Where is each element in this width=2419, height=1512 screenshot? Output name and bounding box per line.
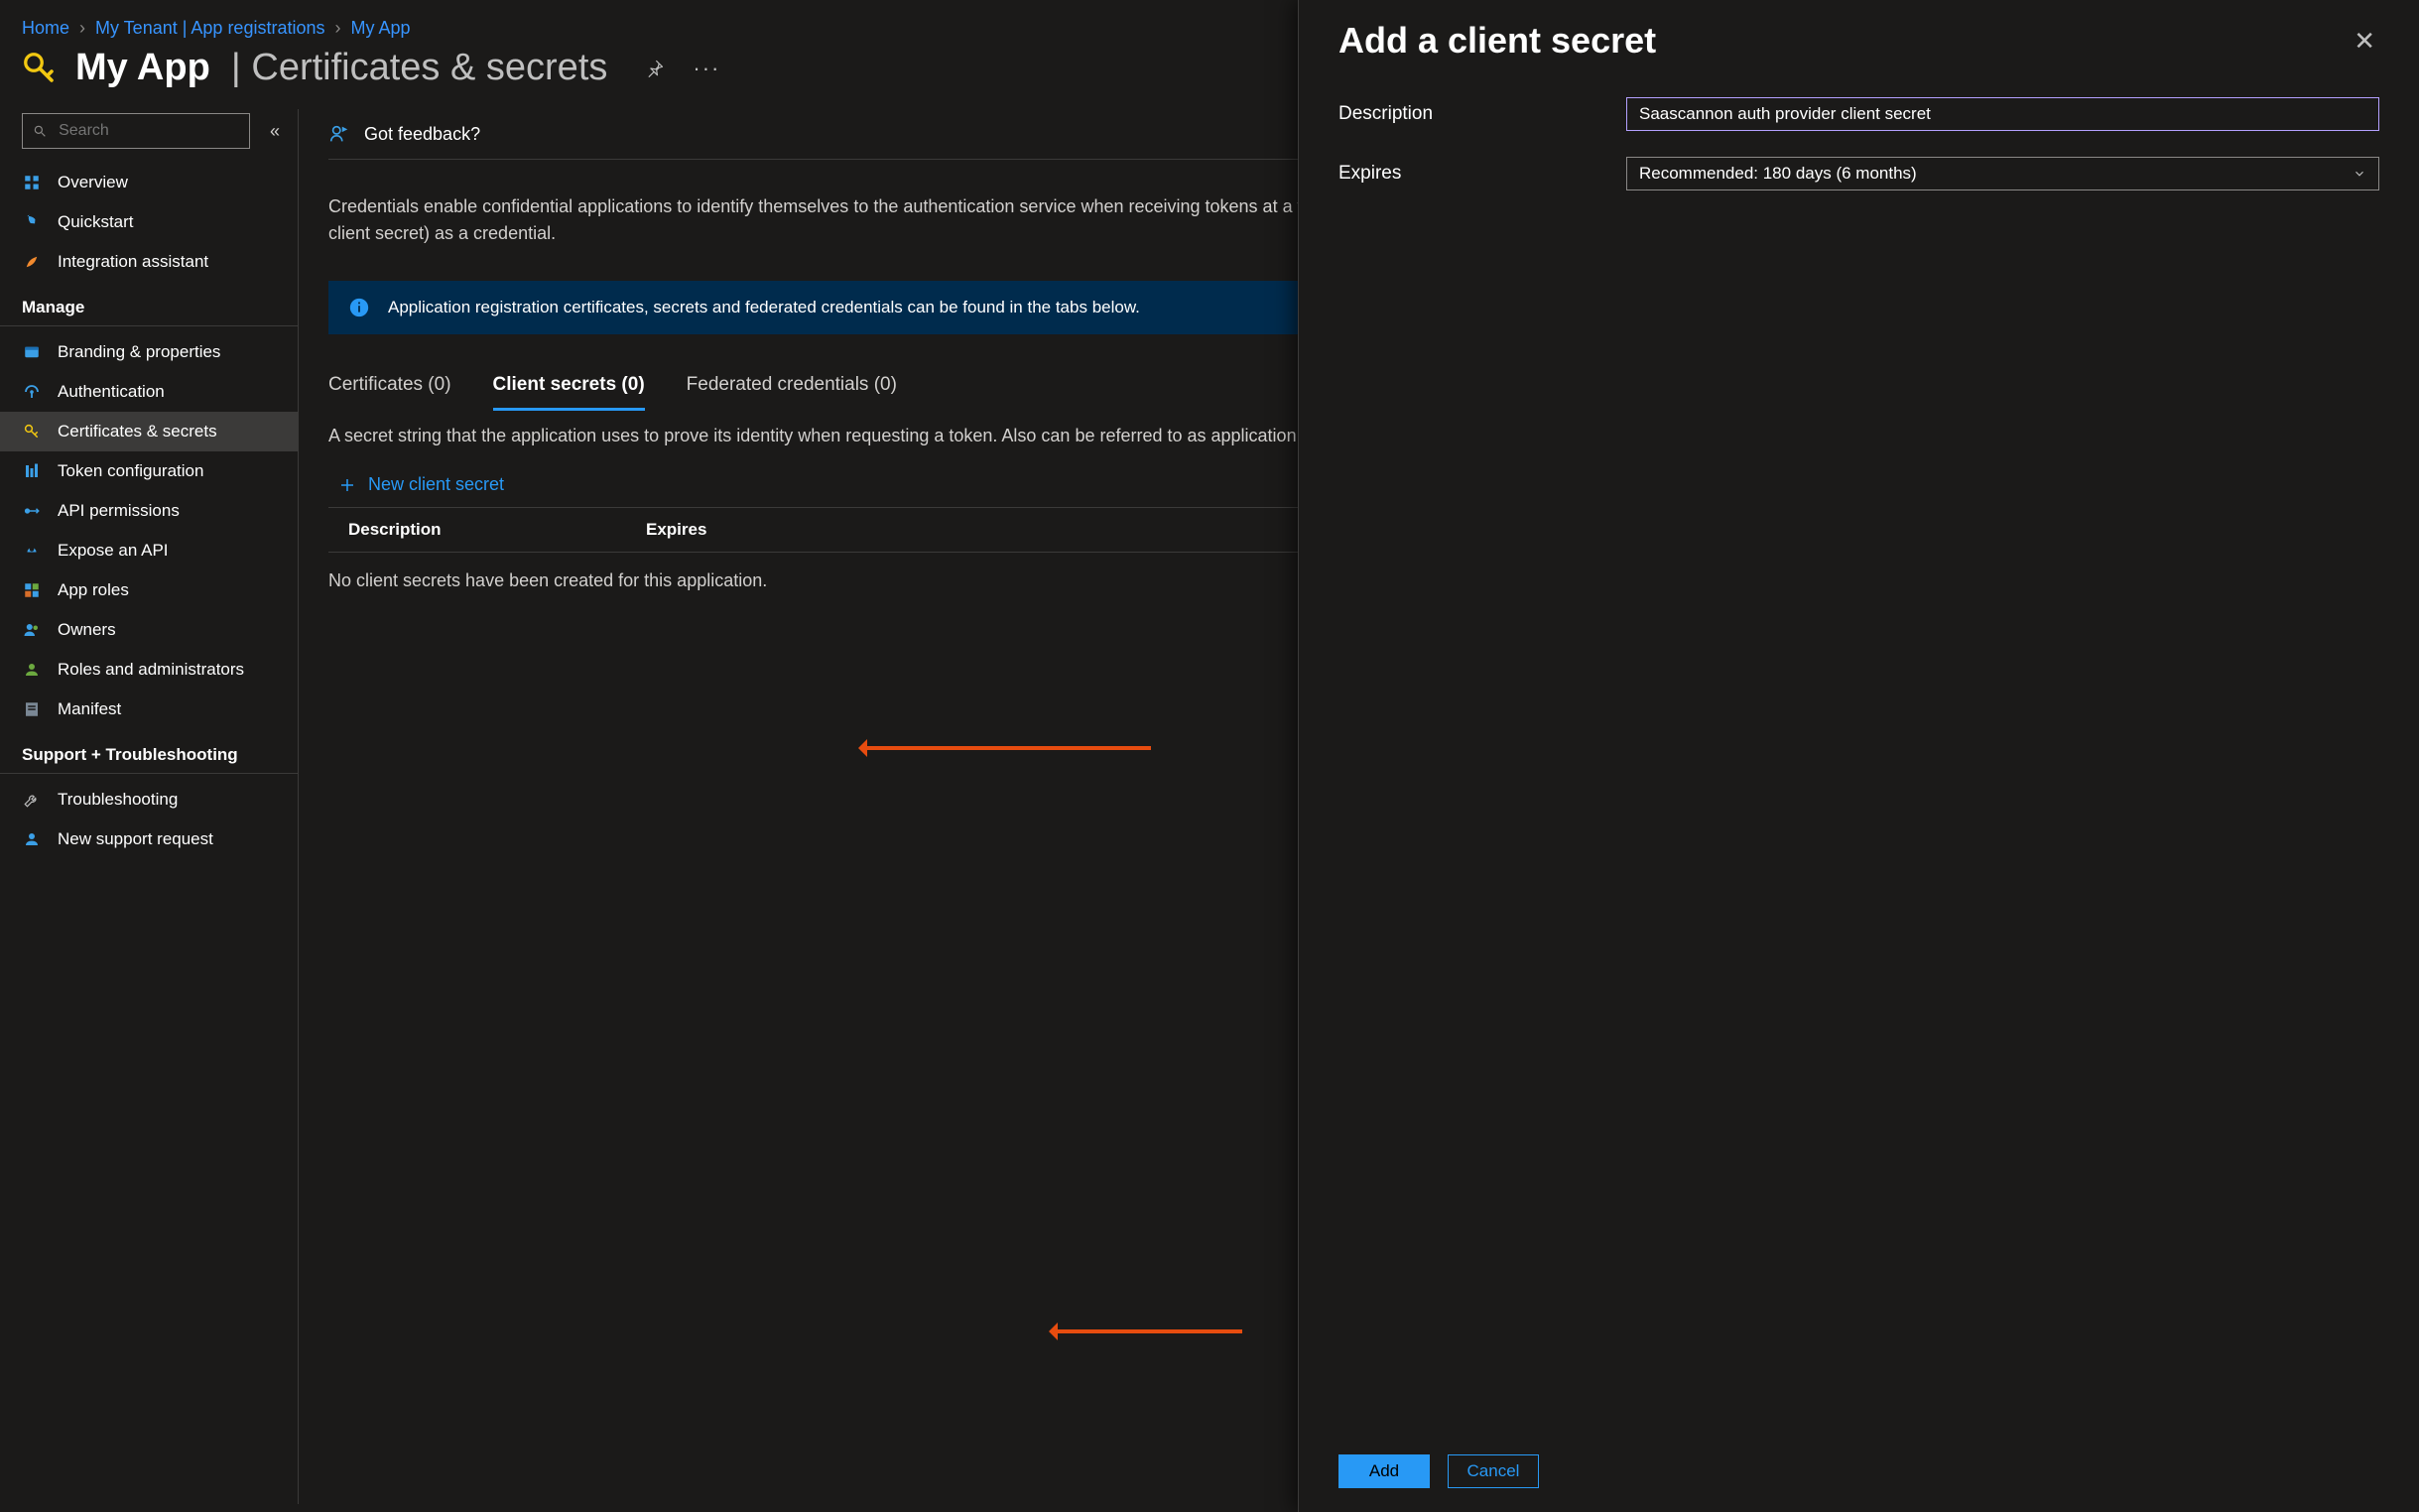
sidebar-item-integration-assistant[interactable]: Integration assistant — [0, 242, 298, 282]
feedback-icon — [328, 123, 350, 145]
annotation-arrow — [1054, 1329, 1242, 1333]
sidebar-item-label: Expose an API — [58, 541, 169, 561]
sidebar-item-overview[interactable]: Overview — [0, 163, 298, 202]
key-icon — [22, 422, 42, 441]
expires-select[interactable]: Recommended: 180 days (6 months) — [1626, 157, 2379, 190]
app-name: My App — [75, 47, 210, 88]
search-field[interactable] — [57, 121, 239, 141]
expires-value: Recommended: 180 days (6 months) — [1639, 164, 1917, 184]
breadcrumb-link-home[interactable]: Home — [22, 18, 69, 39]
info-icon — [348, 297, 370, 318]
breadcrumb-sep: › — [334, 18, 340, 39]
wrench-icon — [22, 790, 42, 810]
sidebar-item-label: App roles — [58, 580, 129, 600]
add-client-secret-panel: Add a client secret ✕ Description Expire… — [1298, 0, 2419, 1512]
sidebar-item-label: Troubleshooting — [58, 790, 178, 810]
breadcrumb-link-tenant[interactable]: My Tenant | App registrations — [95, 18, 324, 39]
manifest-icon — [22, 699, 42, 719]
sidebar-item-app-roles[interactable]: App roles — [0, 570, 298, 610]
sidebar: « Overview Quickstart Integration assist… — [0, 109, 298, 1504]
branding-icon — [22, 342, 42, 362]
assistant-icon — [22, 252, 42, 272]
search-icon — [33, 123, 47, 139]
page-title: My App | Certificates & secrets — [75, 47, 607, 89]
sidebar-item-troubleshooting[interactable]: Troubleshooting — [0, 780, 298, 819]
plus-icon — [338, 476, 356, 494]
sidebar-item-token-configuration[interactable]: Token configuration — [0, 451, 298, 491]
annotation-arrow — [863, 746, 1151, 750]
sidebar-section-support: Support + Troubleshooting — [0, 729, 298, 774]
sidebar-item-label: Integration assistant — [58, 252, 208, 272]
feedback-label: Got feedback? — [364, 124, 480, 145]
breadcrumb-sep: › — [79, 18, 85, 39]
rocket-icon — [22, 212, 42, 232]
sidebar-item-label: New support request — [58, 829, 213, 849]
breadcrumb-link-app[interactable]: My App — [350, 18, 410, 39]
sidebar-item-label: Owners — [58, 620, 116, 640]
sidebar-section-manage: Manage — [0, 282, 298, 326]
sidebar-item-quickstart[interactable]: Quickstart — [0, 202, 298, 242]
add-button[interactable]: Add — [1338, 1454, 1430, 1488]
sidebar-item-label: Quickstart — [58, 212, 134, 232]
token-icon — [22, 461, 42, 481]
sidebar-item-certificates-secrets[interactable]: Certificates & secrets — [0, 412, 298, 451]
chevron-down-icon — [2353, 167, 2366, 181]
sidebar-item-api-permissions[interactable]: API permissions — [0, 491, 298, 531]
sidebar-item-owners[interactable]: Owners — [0, 610, 298, 650]
info-banner-text: Application registration certificates, s… — [388, 298, 1140, 317]
sidebar-item-manifest[interactable]: Manifest — [0, 690, 298, 729]
th-expires: Expires — [626, 508, 726, 552]
sidebar-item-label: API permissions — [58, 501, 180, 521]
permissions-icon — [22, 501, 42, 521]
app-roles-icon — [22, 580, 42, 600]
tab-certificates[interactable]: Certificates (0) — [328, 362, 451, 411]
description-label: Description — [1338, 103, 1626, 125]
sidebar-item-label: Certificates & secrets — [58, 422, 217, 441]
sidebar-item-branding[interactable]: Branding & properties — [0, 332, 298, 372]
support-icon — [22, 829, 42, 849]
pin-icon[interactable] — [645, 59, 665, 78]
expires-label: Expires — [1338, 163, 1626, 185]
flyout-title: Add a client secret — [1338, 20, 1656, 62]
th-description: Description — [328, 508, 626, 552]
new-secret-label: New client secret — [368, 474, 504, 495]
owners-icon — [22, 620, 42, 640]
sidebar-item-new-support-request[interactable]: New support request — [0, 819, 298, 859]
sidebar-item-label: Overview — [58, 173, 128, 192]
sidebar-item-expose-api[interactable]: Expose an API — [0, 531, 298, 570]
sidebar-item-roles-admins[interactable]: Roles and administrators — [0, 650, 298, 690]
more-icon[interactable]: ··· — [693, 56, 720, 81]
sidebar-item-label: Roles and administrators — [58, 660, 244, 680]
sidebar-item-label: Authentication — [58, 382, 165, 402]
cancel-button[interactable]: Cancel — [1448, 1454, 1539, 1488]
key-icon — [22, 51, 58, 86]
tab-federated-credentials[interactable]: Federated credentials (0) — [687, 362, 897, 411]
sidebar-item-label: Branding & properties — [58, 342, 220, 362]
collapse-sidebar-icon[interactable]: « — [266, 117, 284, 146]
section-title: Certificates & secrets — [251, 47, 607, 88]
overview-icon — [22, 173, 42, 192]
sidebar-item-label: Token configuration — [58, 461, 203, 481]
search-input[interactable] — [22, 113, 250, 149]
close-icon[interactable]: ✕ — [2350, 22, 2379, 61]
sidebar-item-label: Manifest — [58, 699, 121, 719]
description-input[interactable] — [1626, 97, 2379, 131]
auth-icon — [22, 382, 42, 402]
expose-api-icon — [22, 541, 42, 561]
roles-admins-icon — [22, 660, 42, 680]
sidebar-item-authentication[interactable]: Authentication — [0, 372, 298, 412]
tab-client-secrets[interactable]: Client secrets (0) — [493, 362, 645, 411]
